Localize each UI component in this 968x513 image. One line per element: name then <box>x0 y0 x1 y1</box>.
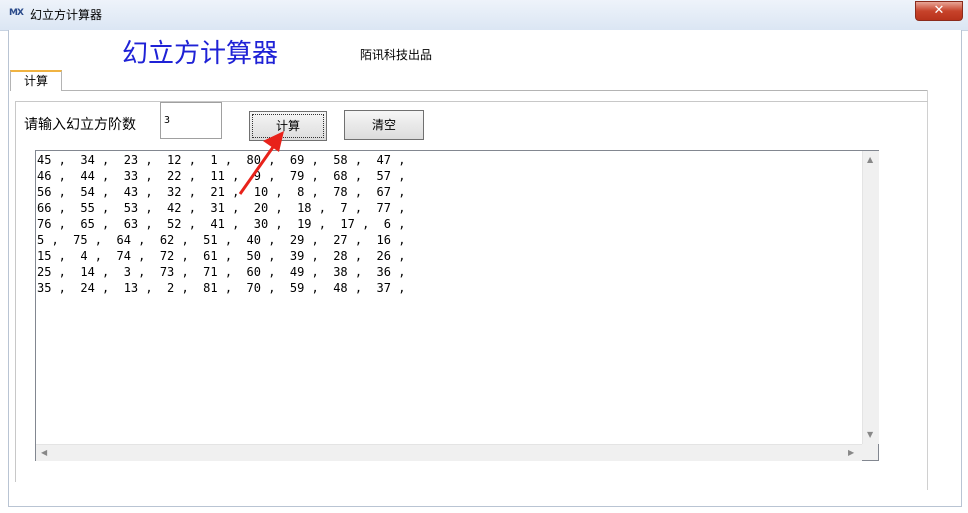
order-label: 请输入幻立方阶数 <box>24 117 136 133</box>
output-line: 46 , 44 , 33 , 22 , 11 , 9 , 79 , 68 , 5… <box>37 169 406 183</box>
clear-button[interactable]: 清空 <box>344 110 424 140</box>
output-line: 15 , 4 , 74 , 72 , 61 , 50 , 39 , 28 , 2… <box>37 249 406 263</box>
title-bar: MX 幻立方计算器 ✕ <box>0 0 968 31</box>
tab-divider <box>62 90 928 91</box>
horizontal-scrollbar[interactable]: ◀ ▶ <box>36 444 862 461</box>
scroll-right-icon[interactable]: ▶ <box>848 449 854 457</box>
scroll-down-icon[interactable]: ▼ <box>867 431 873 439</box>
vertical-scrollbar[interactable]: ▲ ▼ <box>862 151 879 444</box>
scroll-up-icon[interactable]: ▲ <box>867 156 873 164</box>
scroll-left-icon[interactable]: ◀ <box>41 449 47 457</box>
output-line: 25 , 14 , 3 , 73 , 71 , 60 , 49 , 38 , 3… <box>37 265 406 279</box>
window-title: 幻立方计算器 <box>30 8 103 22</box>
output-line: 76 , 65 , 63 , 52 , 41 , 30 , 19 , 17 , … <box>37 217 406 231</box>
output-text: 45 , 34 , 23 , 12 , 1 , 80 , 69 , 58 , 4… <box>37 152 405 296</box>
output-line: 56 , 54 , 43 , 32 , 21 , 10 , 8 , 78 , 6… <box>37 185 406 199</box>
output-line: 5 , 75 , 64 , 62 , 51 , 40 , 29 , 27 , 1… <box>37 233 406 247</box>
tab-calculate[interactable]: 计算 <box>10 70 62 91</box>
order-input[interactable]: 3 <box>160 102 222 139</box>
output-line: 45 , 34 , 23 , 12 , 1 , 80 , 69 , 58 , 4… <box>37 153 406 167</box>
calculate-button[interactable]: 计算 <box>249 111 327 141</box>
close-button[interactable]: ✕ <box>915 1 963 21</box>
output-line: 66 , 55 , 53 , 42 , 31 , 20 , 18 , 7 , 7… <box>37 201 406 215</box>
app-icon: MX <box>9 8 24 18</box>
output-line: 35 , 24 , 13 , 2 , 81 , 70 , 59 , 48 , 3… <box>37 281 406 295</box>
page-subtitle: 陌讯科技出品 <box>360 48 433 62</box>
scrollbar-corner <box>862 444 878 460</box>
page-title: 幻立方计算器 <box>122 39 279 69</box>
